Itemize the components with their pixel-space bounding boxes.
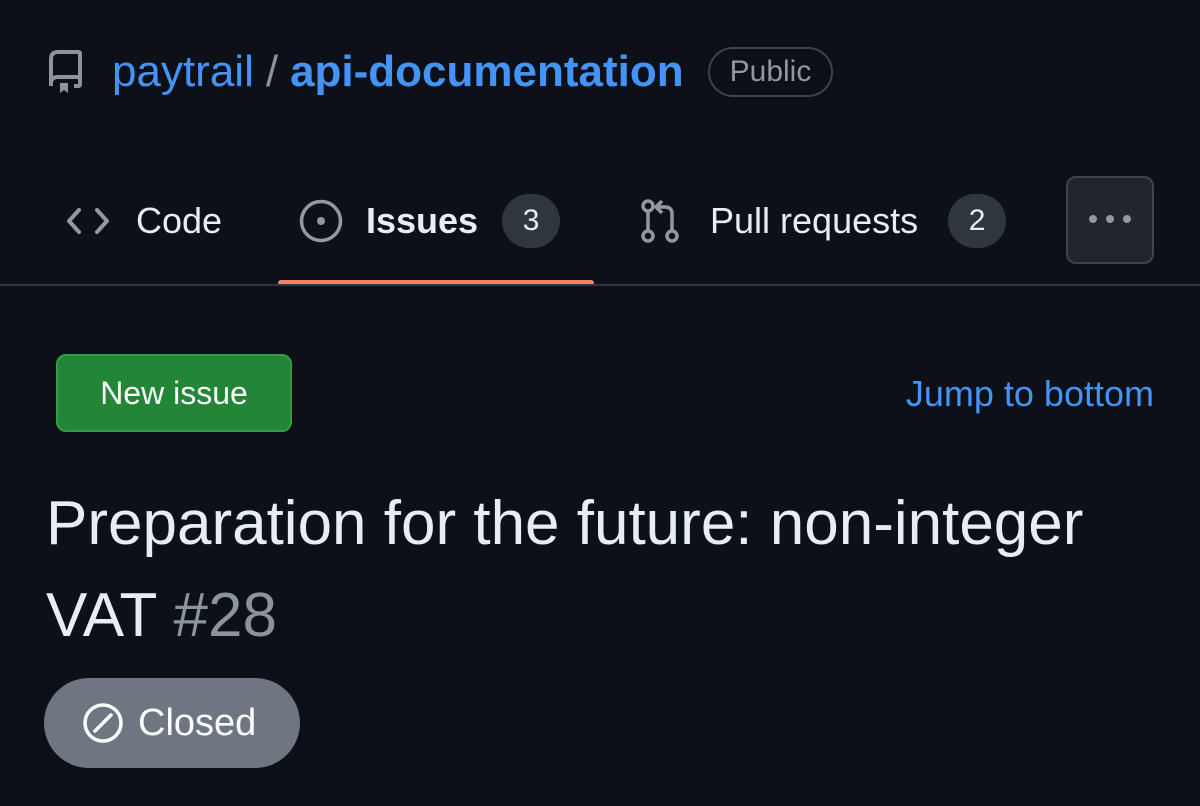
pull-requests-count-badge: 2	[948, 194, 1007, 248]
tab-code[interactable]: Code	[64, 176, 222, 266]
kebab-horizontal-icon	[1087, 211, 1133, 229]
repo-icon	[48, 50, 84, 94]
tab-code-label: Code	[136, 200, 223, 241]
tab-pull-requests[interactable]: Pull requests 2	[638, 176, 1007, 266]
skip-icon	[82, 702, 124, 744]
tab-issues-label: Issues	[366, 200, 479, 241]
repo-name-link[interactable]: api-documentation	[290, 50, 684, 94]
issues-count-badge: 3	[502, 194, 561, 248]
repo-owner-link[interactable]: paytrail	[112, 50, 254, 94]
tab-pull-requests-label: Pull requests	[710, 200, 919, 241]
pull-request-icon	[638, 198, 682, 244]
repo-header: paytrail / api-documentation Public	[48, 40, 834, 104]
issue-opened-icon	[298, 198, 344, 244]
repo-nav-tabs: Code Issues 3 Pull requests 2	[0, 176, 1200, 286]
path-separator: /	[265, 47, 279, 96]
visibility-badge: Public	[707, 47, 834, 97]
more-tabs-button[interactable]	[1066, 176, 1154, 264]
issue-title-heading: Preparation for the future: non-integer …	[46, 478, 1146, 662]
issue-number: #28	[173, 581, 277, 650]
new-issue-button[interactable]: New issue	[56, 354, 292, 432]
issue-state-badge: Closed	[44, 678, 300, 768]
code-icon	[64, 206, 112, 236]
jump-to-bottom-link[interactable]: Jump to bottom	[906, 372, 1154, 415]
issue-state-label: Closed	[138, 701, 257, 744]
nav-divider	[0, 284, 1200, 286]
tab-issues[interactable]: Issues 3	[298, 176, 561, 266]
